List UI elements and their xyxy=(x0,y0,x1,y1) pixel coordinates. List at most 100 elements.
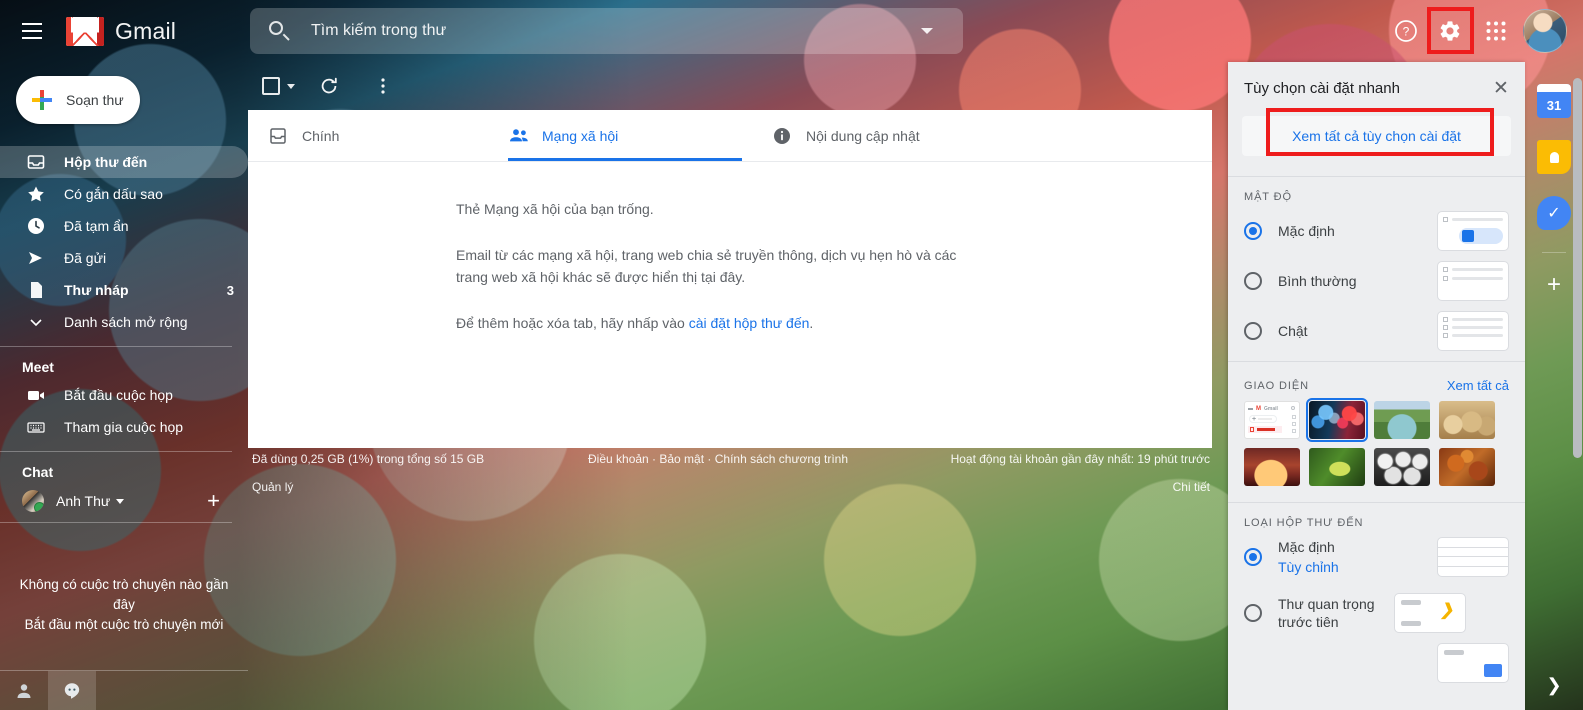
google-calendar-icon[interactable]: 31 xyxy=(1537,84,1571,118)
sidebar-item-sent[interactable]: Đã gửi xyxy=(0,242,248,274)
hamburger-menu-icon[interactable] xyxy=(8,7,56,55)
section-divider xyxy=(1228,502,1525,503)
user-avatar[interactable] xyxy=(1523,9,1567,53)
google-tasks-icon[interactable]: ✓ xyxy=(1537,196,1571,230)
sidebar-item-start-meeting[interactable]: Bắt đầu cuộc họp xyxy=(0,379,248,411)
radio-icon[interactable] xyxy=(1244,272,1262,290)
theme-thumb-chess[interactable] xyxy=(1439,401,1495,439)
inbox-preview-default xyxy=(1437,537,1509,577)
density-option-default[interactable]: Mặc định xyxy=(1228,211,1525,251)
theme-thumb-bokeh[interactable] xyxy=(1306,398,1368,442)
sidebar-item-starred[interactable]: Có gắn dấu sao xyxy=(0,178,248,210)
sidebar-bottom-bar xyxy=(0,670,248,710)
density-option-comfortable[interactable]: Bình thường xyxy=(1228,261,1525,301)
theme-thumb-leaf[interactable] xyxy=(1309,448,1365,486)
radio-icon[interactable] xyxy=(1244,548,1262,566)
radio-icon[interactable] xyxy=(1244,604,1262,622)
gear-icon[interactable] xyxy=(1428,9,1472,53)
gmail-envelope-icon xyxy=(66,16,104,46)
chat-section-title: Chat xyxy=(22,464,54,480)
inbox-settings-link[interactable]: cài đặt hộp thư đến xyxy=(689,315,810,331)
density-preview-compact xyxy=(1437,311,1509,351)
chevron-down-icon[interactable] xyxy=(116,498,125,504)
tab-social[interactable]: Mạng xã hội xyxy=(508,110,772,162)
sidebar-nav-list: Hộp thư đến Có gắn dấu sao Đã tạm ẩn Đã … xyxy=(0,146,248,338)
search-icon xyxy=(268,20,290,42)
section-divider xyxy=(1228,176,1525,177)
inbox-customize-link[interactable]: Tùy chỉnh xyxy=(1278,559,1437,575)
star-icon xyxy=(26,184,46,204)
hangouts-icon[interactable] xyxy=(48,670,96,710)
density-option-label: Mặc định xyxy=(1278,223,1335,239)
google-keep-icon[interactable] xyxy=(1537,140,1571,174)
theme-thumbnail-grid: M Gmail + xyxy=(1228,398,1525,486)
tab-primary[interactable]: Chính xyxy=(268,110,508,162)
help-circle-icon[interactable]: ? xyxy=(1384,9,1428,53)
refresh-icon[interactable] xyxy=(309,66,349,106)
theme-thumb-river[interactable] xyxy=(1374,401,1430,439)
apps-grid-icon[interactable] xyxy=(1474,9,1518,53)
inbox-tab-icon xyxy=(268,126,288,146)
tab-updates[interactable]: Nội dung cập nhật xyxy=(772,110,920,162)
expand-panel-chevron-right-icon[interactable]: ❯ xyxy=(1546,675,1561,696)
storage-text: Đã dùng 0,25 GB (1%) trong tổng số 15 GB xyxy=(252,452,485,466)
density-section-title: MẬT ĐỘ xyxy=(1244,191,1292,203)
manage-storage-link[interactable]: Quản lý xyxy=(252,480,293,494)
sidebar-item-label: Danh sách mở rộng xyxy=(64,314,188,330)
plus-icon xyxy=(32,90,52,110)
density-option-compact[interactable]: Chật xyxy=(1228,311,1525,351)
chevron-down-icon[interactable] xyxy=(287,83,295,89)
sidebar-item-count: 3 xyxy=(226,282,234,298)
inbox-type-option-default[interactable]: Mặc định Tùy chỉnh xyxy=(1228,537,1525,577)
inbox-type-option-label: Thư quan trọng trước tiên xyxy=(1278,596,1375,630)
inbox-preview-unread-first xyxy=(1437,643,1509,683)
gmail-logo[interactable]: Gmail xyxy=(66,16,176,46)
sidebar-item-drafts[interactable]: Thư nháp 3 xyxy=(0,274,248,306)
clock-icon xyxy=(26,216,46,236)
close-icon[interactable]: ✕ xyxy=(1487,74,1515,102)
mail-footer: Đã dùng 0,25 GB (1%) trong tổng số 15 GB… xyxy=(248,452,1212,500)
add-app-plus-icon[interactable]: + xyxy=(1547,273,1561,297)
activity-details-link[interactable]: Chi tiết xyxy=(1173,480,1210,494)
sidebar-item-label: Thư nháp xyxy=(64,282,129,298)
more-vertical-icon[interactable] xyxy=(363,66,403,106)
quick-settings-scrollbar[interactable] xyxy=(1573,78,1582,458)
empty-state-message: Thẻ Mạng xã hội của bạn trống. Email từ … xyxy=(248,162,1212,334)
sidebar-item-label: Tham gia cuộc họp xyxy=(64,419,184,435)
theme-thumb-autumn[interactable] xyxy=(1439,448,1495,486)
radio-icon[interactable] xyxy=(1244,222,1262,240)
sidebar-item-join-meeting[interactable]: Tham gia cuộc họp xyxy=(0,411,248,443)
density-preview-comfortable xyxy=(1437,261,1509,301)
tasks-check-glyph: ✓ xyxy=(1547,205,1561,222)
theme-thumb-canyon[interactable] xyxy=(1244,448,1300,486)
chat-user-row[interactable]: Anh Thư + xyxy=(0,484,248,518)
inbox-type-option-label: Mặc định xyxy=(1278,539,1335,555)
sidebar-item-more[interactable]: Danh sách mở rộng xyxy=(0,306,248,338)
search-options-chevron-down-icon[interactable] xyxy=(921,28,933,34)
quick-settings-header: Tùy chọn cài đặt nhanh ✕ xyxy=(1228,62,1525,114)
mail-content-panel: Chính Mạng xã hội Nội dung cập nhật Thẻ … xyxy=(248,110,1212,448)
inbox-type-section-title: LOẠI HỘP THƯ ĐẾN xyxy=(1244,517,1364,529)
theme-view-all-link[interactable]: Xem tất cả xyxy=(1447,378,1509,393)
sidebar-item-label: Có gắn dấu sao xyxy=(64,186,163,202)
theme-thumb-spheres[interactable] xyxy=(1374,448,1430,486)
search-input[interactable] xyxy=(311,22,921,40)
video-camera-icon xyxy=(26,385,46,405)
view-all-settings-button[interactable]: Xem tất cả tùy chọn cài đặt xyxy=(1242,116,1511,156)
footer-links[interactable]: Điều khoản · Bảo mật · Chính sách chương… xyxy=(588,452,848,466)
add-chat-plus-icon[interactable]: + xyxy=(207,490,220,512)
sidebar-item-inbox[interactable]: Hộp thư đến xyxy=(0,146,248,178)
theme-thumb-light[interactable]: M Gmail + xyxy=(1244,401,1300,439)
inbox-type-option-unread-first[interactable] xyxy=(1228,643,1525,683)
radio-icon[interactable] xyxy=(1244,322,1262,340)
compose-button[interactable]: Soạn thư xyxy=(16,76,140,124)
empty-state-cta-prefix: Để thêm hoặc xóa tab, hãy nhấp vào xyxy=(456,315,689,331)
inbox-icon xyxy=(26,152,46,172)
select-all-checkbox[interactable] xyxy=(262,77,295,95)
sidebar-item-snoozed[interactable]: Đã tạm ẩn xyxy=(0,210,248,242)
search-bar[interactable] xyxy=(250,8,963,54)
inbox-preview-important-first: ❯ xyxy=(1394,593,1466,633)
contacts-icon[interactable] xyxy=(0,671,48,710)
inbox-type-option-important-first[interactable]: Thư quan trọng trước tiên ❯ xyxy=(1228,593,1525,633)
svg-text:?: ? xyxy=(1403,25,1410,39)
